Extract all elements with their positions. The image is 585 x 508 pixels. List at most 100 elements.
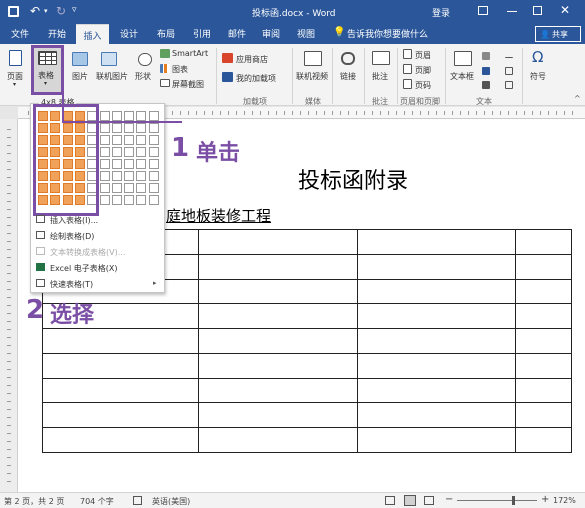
page-icon[interactable] bbox=[9, 50, 22, 66]
web-layout-icon[interactable] bbox=[424, 496, 434, 505]
table-cell[interactable] bbox=[515, 229, 572, 255]
menu-item-5[interactable]: 快速表格(T) bbox=[50, 279, 93, 290]
table-cell[interactable] bbox=[41, 328, 200, 354]
tab-references[interactable]: 引用 bbox=[193, 27, 211, 40]
grid-cell[interactable] bbox=[124, 135, 135, 145]
grid-cell[interactable] bbox=[99, 123, 110, 133]
textbox-button-label[interactable]: 文本框 bbox=[450, 71, 474, 82]
tab-layout[interactable]: 布局 bbox=[157, 27, 175, 40]
table-cell[interactable] bbox=[198, 427, 358, 453]
language[interactable]: 英语(美国) bbox=[152, 496, 190, 507]
table-cell[interactable] bbox=[515, 427, 572, 453]
shapes-button-label[interactable]: 形状 bbox=[135, 71, 151, 82]
online-picture-label[interactable]: 联机图片 bbox=[96, 71, 128, 82]
table-cell[interactable] bbox=[198, 352, 358, 379]
grid-cell[interactable] bbox=[148, 159, 159, 169]
grid-cell[interactable] bbox=[136, 195, 147, 205]
table-cell[interactable] bbox=[356, 402, 517, 429]
grid-cell[interactable] bbox=[99, 195, 110, 205]
textbox-icon[interactable] bbox=[454, 51, 472, 66]
grid-cell[interactable] bbox=[99, 183, 110, 193]
my-addins-label[interactable]: 我的加载项 bbox=[236, 73, 276, 84]
grid-cell[interactable] bbox=[99, 159, 110, 169]
table-cell[interactable] bbox=[515, 377, 572, 404]
table-cell[interactable] bbox=[356, 278, 517, 305]
link-button-label[interactable]: 链接 bbox=[340, 71, 356, 82]
grid-cell[interactable] bbox=[111, 123, 122, 133]
word-count[interactable]: 704 个字 bbox=[80, 496, 114, 507]
vertical-ruler[interactable] bbox=[0, 119, 18, 492]
grid-cell[interactable] bbox=[124, 195, 135, 205]
smartart-icon[interactable] bbox=[160, 49, 170, 58]
table-cell[interactable] bbox=[356, 377, 517, 404]
picture-button-label[interactable]: 图片 bbox=[72, 71, 88, 82]
grid-cell[interactable] bbox=[148, 183, 159, 193]
grid-cell[interactable] bbox=[148, 135, 159, 145]
table-cell[interactable] bbox=[356, 427, 517, 453]
tab-mailings[interactable]: 邮件 bbox=[228, 27, 246, 40]
tab-view[interactable]: 视图 bbox=[297, 27, 315, 40]
header-icon[interactable] bbox=[403, 49, 412, 59]
read-mode-icon[interactable] bbox=[385, 496, 395, 505]
undo-dropdown-icon[interactable]: ▾ bbox=[44, 7, 48, 15]
grid-cell[interactable] bbox=[124, 123, 135, 133]
menu-item-1[interactable]: 插入表格(I)... bbox=[50, 215, 98, 226]
table-cell[interactable] bbox=[515, 328, 572, 354]
header-button-label[interactable]: 页眉 bbox=[415, 50, 431, 61]
grid-cell[interactable] bbox=[99, 171, 110, 181]
grid-cell[interactable] bbox=[136, 183, 147, 193]
grid-cell[interactable] bbox=[111, 159, 122, 169]
print-layout-icon[interactable] bbox=[404, 495, 416, 506]
grid-cell[interactable] bbox=[136, 123, 147, 133]
chart-button-label[interactable]: 图表 bbox=[172, 64, 188, 75]
table-cell[interactable] bbox=[356, 303, 517, 330]
grid-cell[interactable] bbox=[136, 135, 147, 145]
screenshot-icon[interactable] bbox=[160, 79, 170, 87]
grid-cell[interactable] bbox=[124, 171, 135, 181]
table-row[interactable] bbox=[41, 328, 572, 354]
table-cell[interactable] bbox=[356, 229, 517, 255]
store-button-label[interactable]: 应用商店 bbox=[236, 54, 268, 65]
grid-cell[interactable] bbox=[148, 195, 159, 205]
grid-cell[interactable] bbox=[136, 147, 147, 157]
table-row[interactable] bbox=[41, 303, 572, 330]
grid-cell[interactable] bbox=[111, 195, 122, 205]
document-subheading[interactable]: 庭地板装修工程 bbox=[166, 205, 271, 226]
grid-cell[interactable] bbox=[136, 159, 147, 169]
table-cell[interactable] bbox=[515, 402, 572, 429]
tab-file[interactable]: 文件 bbox=[11, 27, 29, 40]
table-row[interactable] bbox=[41, 377, 572, 404]
collapse-ribbon-icon[interactable]: ^ bbox=[574, 94, 581, 103]
symbol-icon[interactable]: Ω bbox=[532, 48, 543, 66]
datetime-icon[interactable] bbox=[505, 67, 513, 75]
grid-cell[interactable] bbox=[148, 123, 159, 133]
zoom-level[interactable]: 172% bbox=[553, 496, 576, 505]
grid-cell[interactable] bbox=[136, 171, 147, 181]
tab-review[interactable]: 审阅 bbox=[262, 27, 280, 40]
grid-cell[interactable] bbox=[124, 183, 135, 193]
zoom-slider-thumb[interactable] bbox=[512, 496, 515, 505]
customize-qat-icon[interactable]: ▿ bbox=[72, 5, 77, 15]
page-count[interactable]: 第 2 页，共 2 页 bbox=[4, 496, 64, 507]
screenshot-button-label[interactable]: 屏幕截图 bbox=[172, 79, 204, 90]
table-cell[interactable] bbox=[356, 328, 517, 354]
comment-button-label[interactable]: 批注 bbox=[372, 71, 388, 82]
online-video-label[interactable]: 联机视频 bbox=[296, 71, 328, 82]
menu-item-2[interactable]: 绘制表格(D) bbox=[50, 231, 94, 242]
document-heading[interactable]: 投标函附录 bbox=[298, 163, 408, 195]
quick-parts-icon[interactable] bbox=[482, 52, 490, 60]
store-icon[interactable] bbox=[222, 53, 233, 63]
smartart-button-label[interactable]: SmartArt bbox=[172, 49, 208, 58]
footer-icon[interactable] bbox=[403, 64, 412, 74]
table-cell[interactable] bbox=[198, 253, 358, 280]
tell-me-input[interactable]: 告诉我你想要做什么 bbox=[347, 27, 428, 40]
proofing-icon[interactable] bbox=[133, 496, 142, 505]
grid-cell[interactable] bbox=[111, 135, 122, 145]
picture-icon[interactable] bbox=[72, 52, 88, 66]
grid-cell[interactable] bbox=[148, 147, 159, 157]
ribbon-display-icon[interactable] bbox=[478, 6, 488, 15]
dropcap-icon[interactable] bbox=[482, 81, 490, 89]
link-icon[interactable] bbox=[341, 52, 355, 65]
sign-in-link[interactable]: 登录 bbox=[432, 6, 450, 19]
table-cell[interactable] bbox=[41, 402, 200, 429]
